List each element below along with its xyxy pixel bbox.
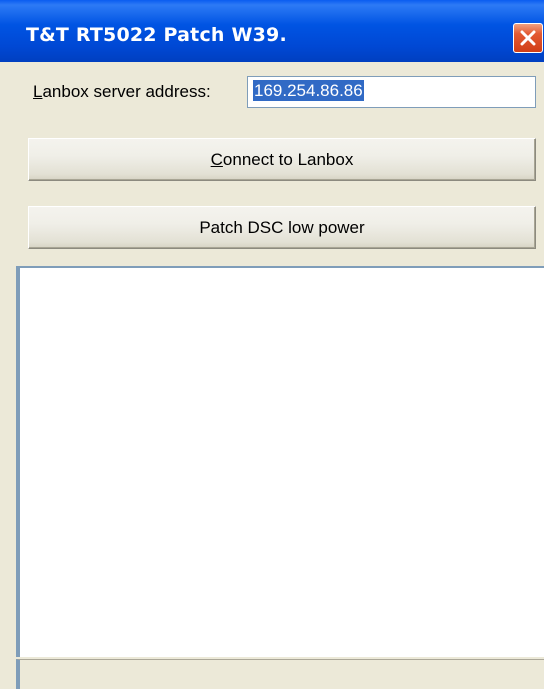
close-x-icon (520, 30, 536, 46)
connect-button-label: onnect to Lanbox (222, 150, 354, 169)
server-address-value: 169.254.86.86 (253, 80, 364, 101)
app-window: T&T RT5022 Patch W39. Lanbox server addr… (0, 0, 544, 689)
server-address-input[interactable]: 169.254.86.86 (247, 76, 536, 108)
connect-to-lanbox-button[interactable]: Connect to Lanbox (28, 138, 536, 181)
close-button[interactable] (513, 23, 543, 53)
log-output-area[interactable] (16, 266, 544, 657)
title-bar[interactable]: T&T RT5022 Patch W39. (0, 0, 544, 62)
server-address-label-text: anbox server address: (42, 82, 211, 101)
connect-button-accelerator: C (210, 150, 223, 169)
server-address-label: Lanbox server address: (33, 82, 211, 102)
window-title: T&T RT5022 Patch W39. (26, 24, 287, 46)
patch-button-label: Patch DSC low power (199, 218, 365, 237)
patch-dsc-low-power-button[interactable]: Patch DSC low power (28, 206, 536, 249)
status-bar (16, 659, 544, 689)
